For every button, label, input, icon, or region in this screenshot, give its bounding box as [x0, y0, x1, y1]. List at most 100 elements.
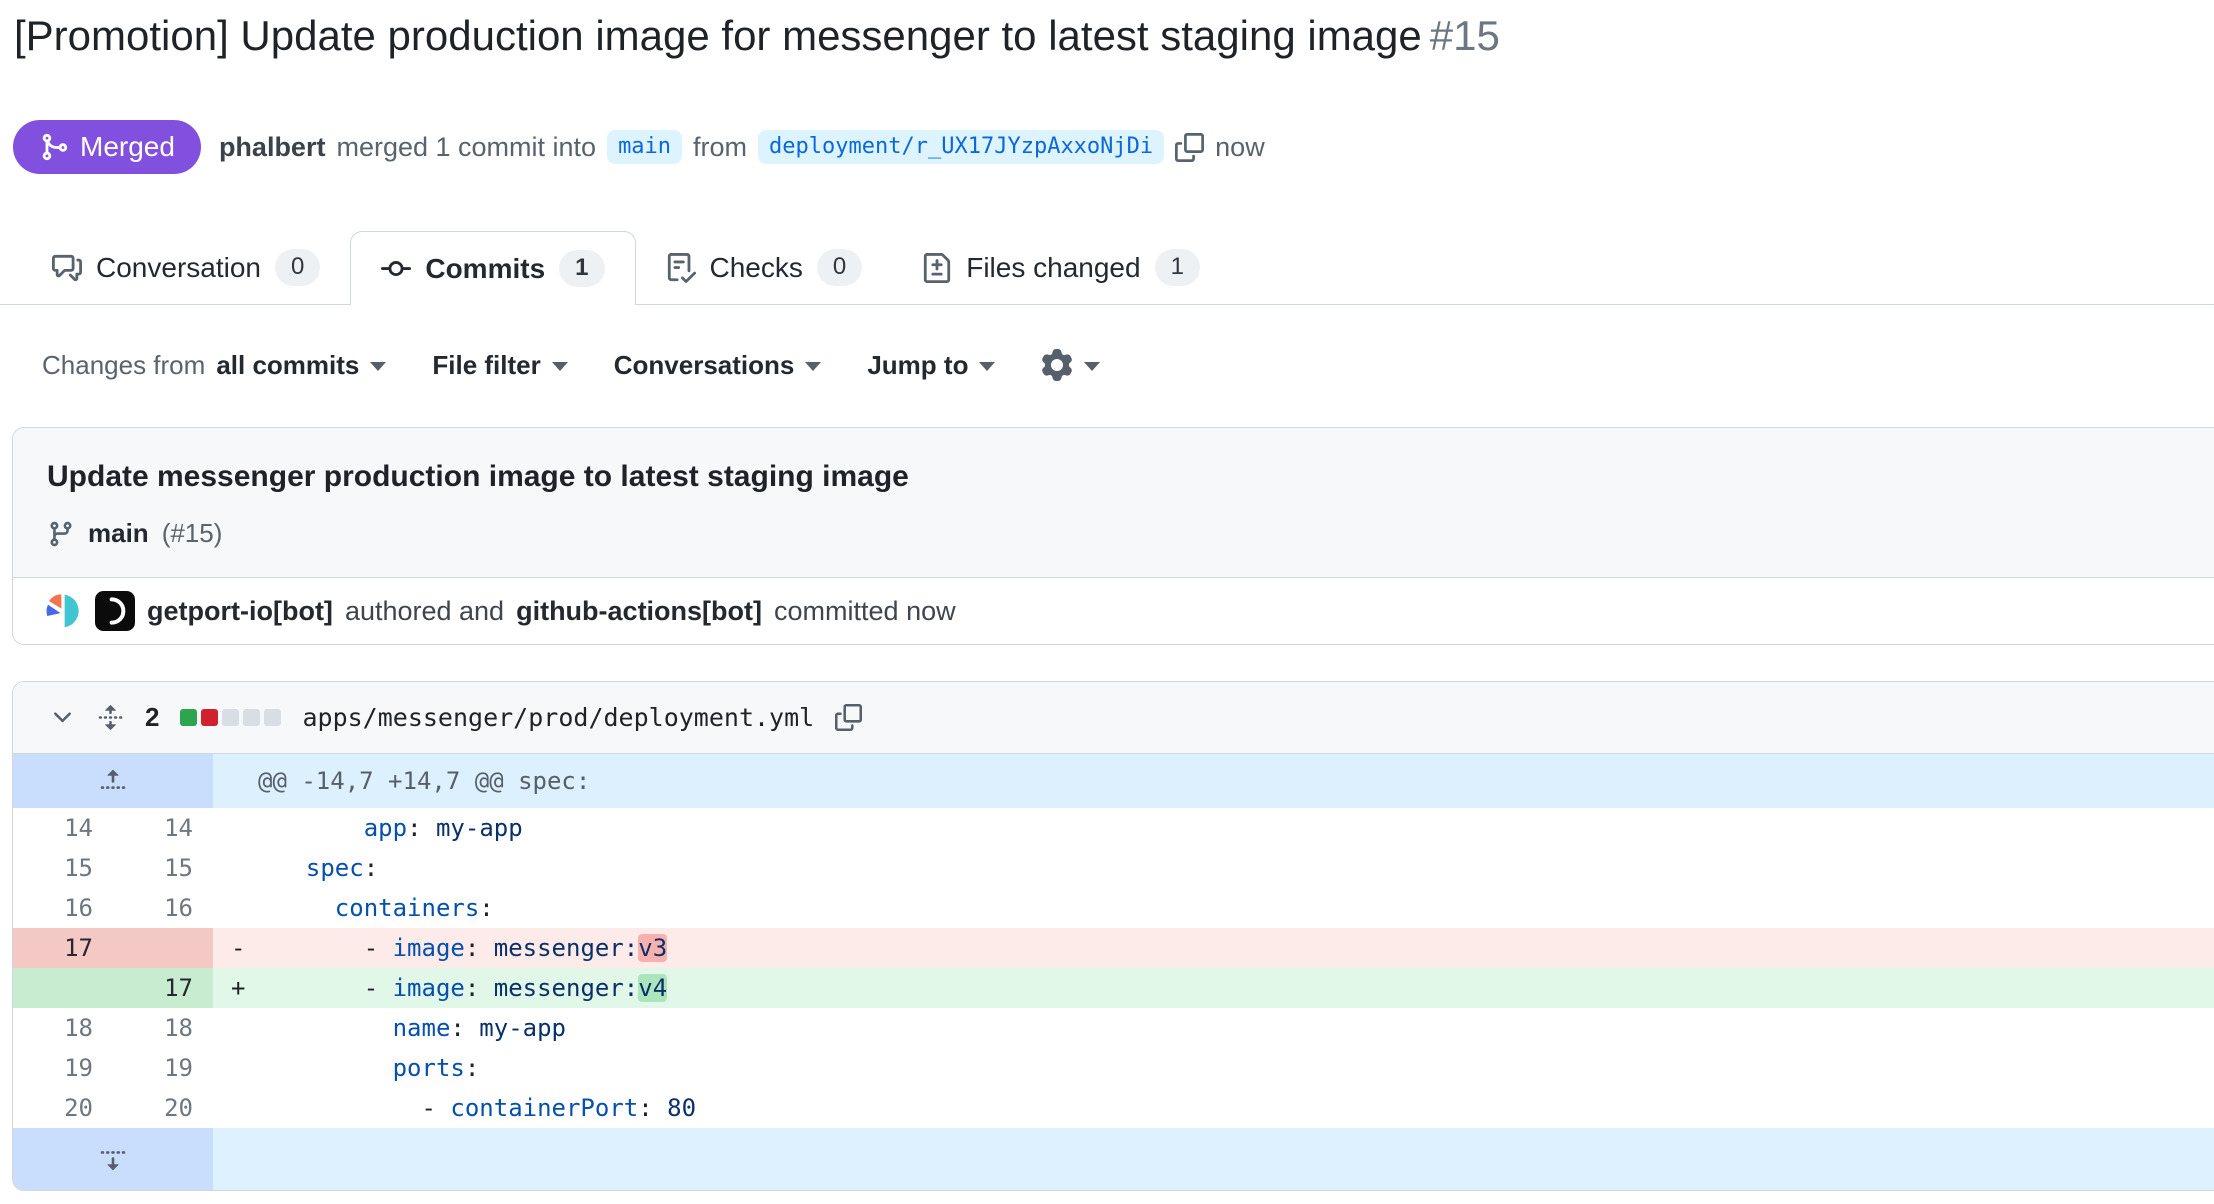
- file-diff-icon: [922, 253, 952, 283]
- checklist-icon: [666, 253, 696, 283]
- code-token: containerPort: [450, 1094, 638, 1122]
- git-commit-icon: [381, 254, 411, 284]
- copy-file-path-button[interactable]: [835, 704, 862, 731]
- tab-files-changed[interactable]: Files changed 1: [892, 231, 1230, 304]
- new-line-number[interactable]: 14: [113, 808, 213, 848]
- new-line-number[interactable]: 15: [113, 848, 213, 888]
- code-token: image: [393, 934, 465, 962]
- diff-code-line: app: my-app: [213, 808, 2214, 848]
- base-branch-label[interactable]: main: [607, 130, 682, 164]
- tab-checks[interactable]: Checks 0: [636, 231, 893, 304]
- new-line-number[interactable]: 19: [113, 1048, 213, 1088]
- pr-meta-row: Merged phalbert merged 1 commit into mai…: [13, 120, 2214, 174]
- old-line-number[interactable]: 17: [13, 928, 113, 968]
- expand-down-button[interactable]: [13, 1128, 213, 1190]
- diffstat: [180, 709, 281, 726]
- old-line-number[interactable]: 15: [13, 848, 113, 888]
- code-token: v4: [638, 974, 667, 1002]
- diffstat-deleted-square: [201, 709, 218, 726]
- diffstat-neutral-square: [243, 709, 260, 726]
- pull-request-page: [Promotion] Update production image for …: [0, 0, 2214, 1204]
- tab-commits[interactable]: Commits 1: [350, 231, 635, 305]
- conversations-dropdown[interactable]: Conversations: [614, 350, 822, 381]
- diff-code-line: spec:: [213, 848, 2214, 888]
- old-line-number[interactable]: 20: [13, 1088, 113, 1128]
- code-token: [277, 814, 364, 842]
- hunk-header-text: @@ -14,7 +14,7 @@ spec:: [213, 754, 2214, 808]
- committer-bot-name[interactable]: github-actions[bot]: [516, 596, 762, 627]
- merge-time: now: [1215, 132, 1265, 163]
- tab-conversation[interactable]: Conversation 0: [22, 231, 350, 304]
- diff-file-card: 2 apps/messenger/prod/deployment.yml @@ …: [12, 681, 2214, 1191]
- chevron-down-icon: [805, 362, 821, 371]
- code-token: -: [277, 934, 393, 962]
- git-branch-icon: [47, 520, 75, 548]
- new-line-number[interactable]: 20: [113, 1088, 213, 1128]
- hunk-header-row: @@ -14,7 +14,7 @@ spec:: [13, 754, 2214, 808]
- code-token: [277, 1054, 393, 1082]
- diffstat-added-square: [180, 709, 197, 726]
- merge-summary: phalbert merged 1 commit into main from …: [219, 130, 1265, 164]
- diff-code-line: - - image: messenger:v3: [213, 928, 2214, 968]
- jump-to-label: Jump to: [867, 350, 968, 381]
- code-token: ports: [393, 1054, 465, 1082]
- code-token: 80: [653, 1094, 696, 1122]
- page-title: [Promotion] Update production image for …: [14, 10, 2214, 62]
- old-line-number[interactable]: 18: [13, 1008, 113, 1048]
- diff-toolbar: Changes from all commits File filter Con…: [42, 349, 2214, 381]
- commit-pr-ref[interactable]: (#15): [162, 518, 223, 549]
- merge-author-login[interactable]: phalbert: [219, 132, 326, 163]
- code-token: :: [465, 1054, 479, 1082]
- merge-from-text: from: [693, 132, 747, 163]
- code-token: my-app: [465, 1014, 566, 1042]
- commit-branch-name[interactable]: main: [88, 518, 149, 549]
- old-line-number[interactable]: 19: [13, 1048, 113, 1088]
- diff-settings-dropdown[interactable]: [1041, 349, 1100, 381]
- expand-up-icon: [99, 767, 127, 795]
- code-token: image: [393, 974, 465, 1002]
- chevron-down-icon: [370, 362, 386, 371]
- expand-down-icon: [99, 1145, 127, 1173]
- author-bot-name[interactable]: getport-io[bot]: [147, 596, 333, 627]
- changes-from-dropdown[interactable]: Changes from all commits: [42, 350, 386, 381]
- conversations-label: Conversations: [614, 350, 795, 381]
- git-merge-icon: [39, 132, 69, 162]
- code-token: spec: [306, 854, 364, 882]
- new-line-number[interactable]: 16: [113, 888, 213, 928]
- tab-count: 1: [559, 250, 604, 287]
- diffstat-neutral-square: [222, 709, 239, 726]
- code-token: containers: [335, 894, 480, 922]
- committer-bot-avatar[interactable]: [95, 591, 135, 631]
- diff-line-del: 17 - - image: messenger:v3: [13, 928, 2214, 968]
- code-token: :: [450, 1014, 464, 1042]
- authored-text: authored and: [345, 596, 504, 627]
- old-line-number[interactable]: [13, 968, 113, 1008]
- code-token: -: [277, 1094, 450, 1122]
- author-bot-avatar[interactable]: [43, 591, 83, 631]
- new-line-number[interactable]: 17: [113, 968, 213, 1008]
- diff-line-context: 2020 - containerPort: 80: [13, 1088, 2214, 1128]
- changes-from-label: Changes from: [42, 350, 205, 381]
- diffstat-neutral-square: [264, 709, 281, 726]
- committed-text: committed now: [774, 596, 956, 627]
- file-path[interactable]: apps/messenger/prod/deployment.yml: [302, 703, 814, 732]
- commit-card: Update messenger production image to lat…: [12, 427, 2214, 645]
- file-filter-dropdown[interactable]: File filter: [432, 350, 567, 381]
- head-branch-label[interactable]: deployment/r_UX17JYzpAxxoNjDi: [758, 130, 1164, 164]
- diff-line-context: 1414 app: my-app: [13, 808, 2214, 848]
- jump-to-dropdown[interactable]: Jump to: [867, 350, 995, 381]
- commit-authors-row: getport-io[bot] authored and github-acti…: [13, 578, 2214, 644]
- new-line-number[interactable]: [113, 928, 213, 968]
- chevron-down-icon: [979, 362, 995, 371]
- collapse-file-button[interactable]: [49, 704, 76, 731]
- expand-up-button[interactable]: [13, 754, 213, 808]
- old-line-number[interactable]: 16: [13, 888, 113, 928]
- expand-all-button[interactable]: [97, 704, 124, 731]
- code-token: :: [479, 894, 493, 922]
- copy-branch-button[interactable]: [1175, 133, 1204, 162]
- copy-icon: [835, 704, 862, 731]
- old-line-number[interactable]: 14: [13, 808, 113, 848]
- new-line-number[interactable]: 18: [113, 1008, 213, 1048]
- commit-message[interactable]: Update messenger production image to lat…: [47, 460, 2214, 494]
- code-token: [277, 854, 306, 882]
